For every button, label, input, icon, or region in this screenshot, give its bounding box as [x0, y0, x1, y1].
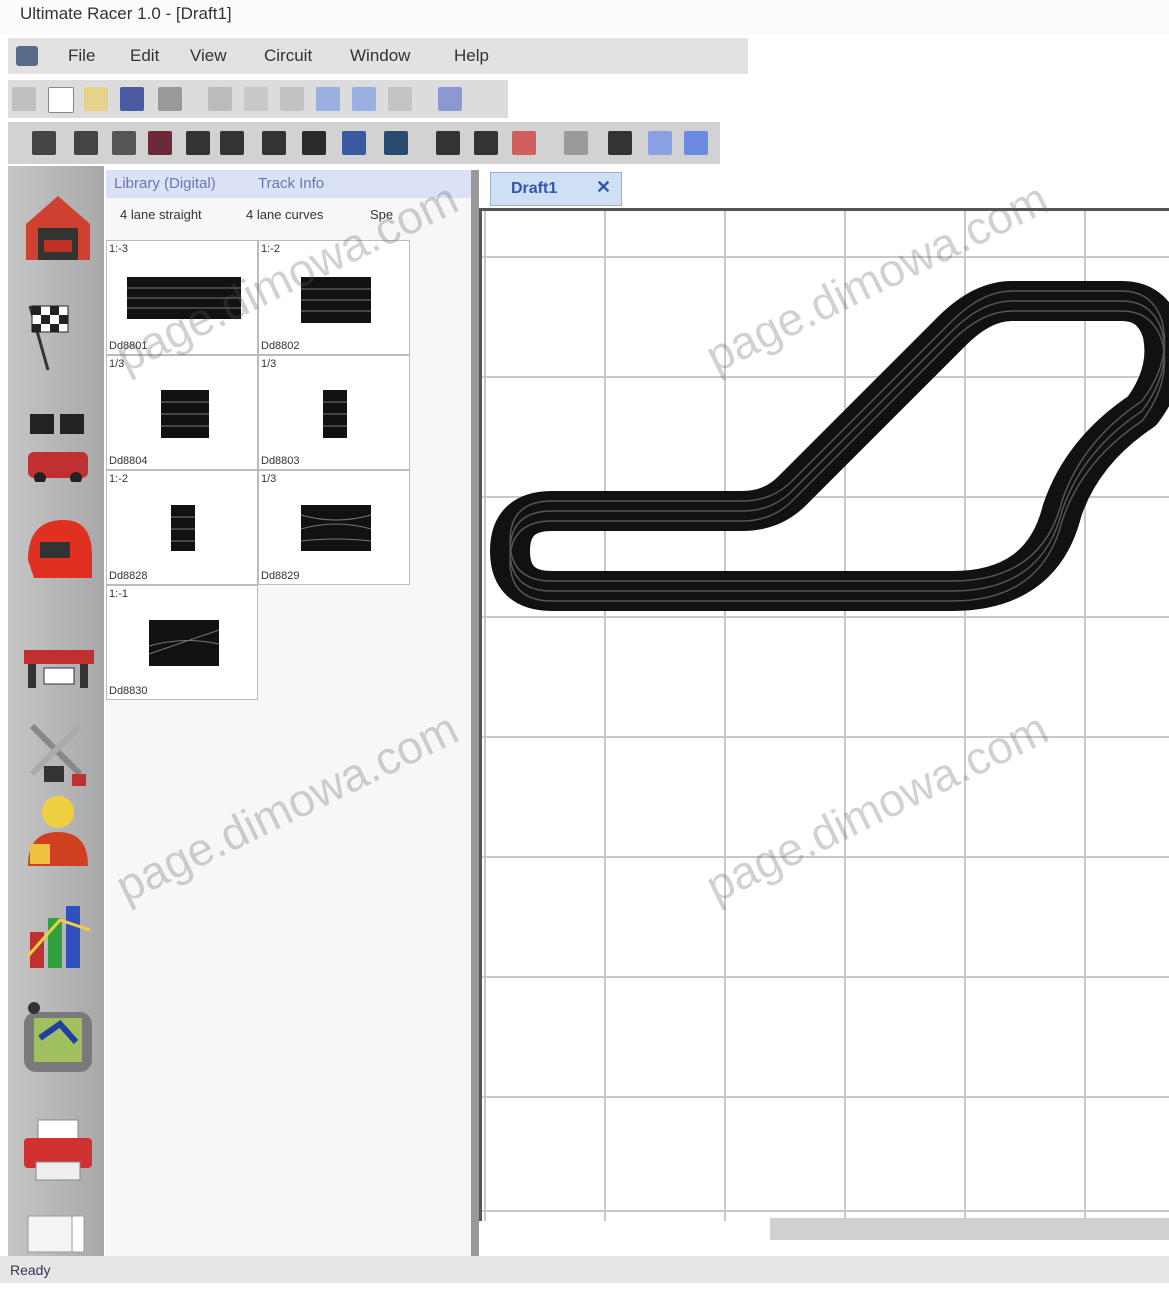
track-piece-12-icon[interactable]	[474, 131, 498, 155]
menu-bar: File Edit View Circuit Window Help	[8, 38, 748, 74]
track-piece-preview	[300, 505, 372, 551]
library-item[interactable]: 1/3 Dd8804	[106, 355, 258, 470]
library-item[interactable]: 1/3 Dd8803	[258, 355, 410, 470]
track-piece-6-icon[interactable]	[220, 131, 244, 155]
tools-icon[interactable]	[20, 714, 96, 790]
subtab-special[interactable]: Spe	[370, 207, 393, 222]
checkered-flag-icon[interactable]	[20, 296, 96, 372]
helmet-icon[interactable]	[20, 512, 96, 588]
library-item[interactable]: 1:-2 Dd8828	[106, 470, 258, 585]
menu-window[interactable]: Window	[350, 46, 410, 66]
track-piece-8-icon[interactable]	[302, 131, 326, 155]
track-piece-4-icon[interactable]	[148, 131, 172, 155]
track-piece-preview	[161, 390, 209, 438]
track-piece-15-icon[interactable]	[608, 131, 632, 155]
chart-icon[interactable]	[20, 896, 96, 972]
design-canvas[interactable]	[479, 208, 1169, 1221]
app-menu-icon[interactable]	[16, 46, 38, 66]
item-code: Dd8802	[261, 340, 300, 352]
track-piece-5-icon[interactable]	[186, 131, 210, 155]
undo-icon[interactable]	[316, 87, 340, 111]
status-text: Ready	[10, 1262, 51, 1278]
track-toolbar	[8, 122, 720, 164]
app-icon[interactable]	[12, 87, 36, 111]
zoom-icon[interactable]	[388, 87, 412, 111]
print-icon[interactable]	[158, 87, 182, 111]
library-item[interactable]: 1/3 Dd8829	[258, 470, 410, 585]
document-tab[interactable]: Draft1 ✕	[490, 172, 622, 206]
new-icon[interactable]	[48, 87, 74, 113]
library-header: Library (Digital) Track Info	[106, 170, 471, 198]
library-item[interactable]: 1:-3 Dd8801	[106, 240, 258, 355]
garage-icon[interactable]	[20, 188, 96, 264]
track-piece-10-icon[interactable]	[384, 131, 408, 155]
open-icon[interactable]	[84, 87, 108, 111]
save-icon[interactable]	[120, 87, 144, 111]
panel-splitter[interactable]	[471, 170, 479, 1256]
track-piece-7-icon[interactable]	[262, 131, 286, 155]
subtab-straight[interactable]: 4 lane straight	[120, 207, 202, 222]
library-tab[interactable]: Library (Digital)	[114, 175, 216, 192]
subtab-curves[interactable]: 4 lane curves	[246, 207, 323, 222]
grandstand-icon[interactable]	[20, 624, 96, 700]
track-piece-3-icon[interactable]	[112, 131, 136, 155]
item-code: Dd8828	[109, 570, 148, 582]
library-item[interactable]: 1:-1 Dd8830	[106, 585, 258, 700]
circuit-drawing	[482, 211, 1169, 1221]
library-panel: Library (Digital) Track Info 4 lane stra…	[106, 170, 472, 1256]
track-info-tab[interactable]: Track Info	[258, 175, 324, 192]
menu-help[interactable]: Help	[454, 46, 489, 66]
race-track[interactable]	[490, 281, 1169, 611]
menu-circuit[interactable]: Circuit	[264, 46, 312, 66]
horizontal-scrollbar[interactable]	[770, 1218, 1169, 1240]
redo-icon[interactable]	[352, 87, 376, 111]
sidebar-icon-strip	[8, 166, 104, 1256]
track-piece-14-icon[interactable]	[564, 131, 588, 155]
track-piece-13-icon[interactable]	[512, 131, 536, 155]
status-bar: Ready	[0, 1256, 1169, 1283]
track-piece-17-icon[interactable]	[684, 131, 708, 155]
race-car-flags-icon[interactable]	[20, 406, 96, 484]
copy-icon[interactable]	[244, 87, 268, 111]
item-code: Dd8803	[261, 455, 300, 467]
track-piece-preview	[148, 620, 220, 666]
item-code: Dd8830	[109, 685, 148, 697]
menu-file[interactable]: File	[68, 46, 95, 66]
close-icon[interactable]: ✕	[596, 177, 611, 198]
paste-icon[interactable]	[280, 87, 304, 111]
track-piece-1-icon[interactable]	[32, 131, 56, 155]
library-subtabs: 4 lane straight 4 lane curves Spe	[106, 202, 471, 228]
track-piece-preview	[301, 277, 371, 323]
track-piece-9-icon[interactable]	[342, 131, 366, 155]
cut-icon[interactable]	[208, 87, 232, 111]
grid	[482, 211, 1169, 1221]
printer-icon[interactable]	[20, 1112, 96, 1188]
window-title: Ultimate Racer 1.0 - [Draft1]	[20, 4, 232, 23]
item-code: Dd8804	[109, 455, 148, 467]
driver-icon[interactable]	[20, 790, 96, 866]
track-piece-preview	[127, 277, 241, 319]
item-code: Dd8801	[109, 340, 148, 352]
track-piece-16-icon[interactable]	[648, 131, 672, 155]
document-tab-label: Draft1	[511, 180, 558, 197]
track-piece-2-icon[interactable]	[74, 131, 98, 155]
track-piece-preview	[171, 505, 195, 551]
menu-edit[interactable]: Edit	[130, 46, 159, 66]
track-piece-preview	[323, 390, 347, 438]
track-map-icon[interactable]	[20, 998, 96, 1074]
help-icon[interactable]	[438, 87, 462, 111]
standard-toolbar	[8, 80, 508, 118]
item-code: Dd8829	[261, 570, 300, 582]
library-item[interactable]: 1:-2 Dd8802	[258, 240, 410, 355]
menu-view[interactable]: View	[190, 46, 227, 66]
title-bar: Ultimate Racer 1.0 - [Draft1]	[0, 0, 1169, 34]
track-piece-11-icon[interactable]	[436, 131, 460, 155]
